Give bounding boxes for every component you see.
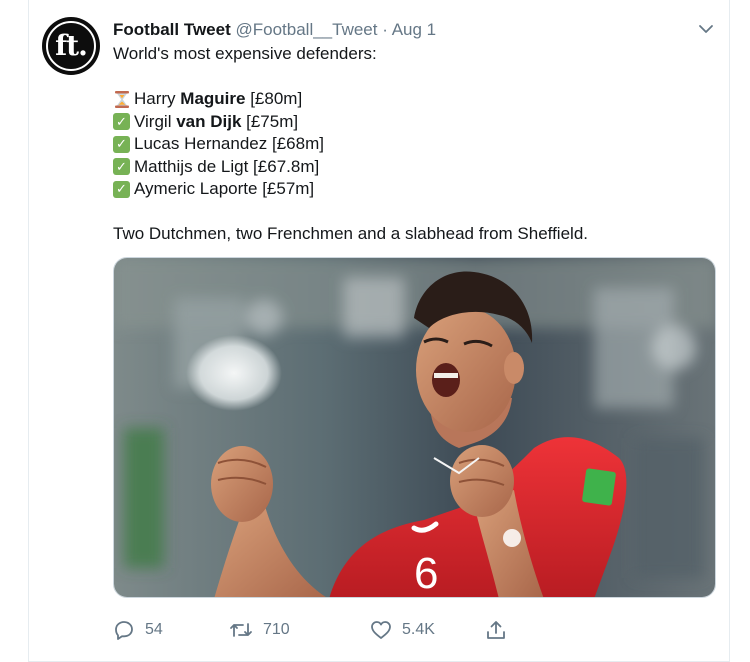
reply-count: 54 <box>145 621 163 638</box>
retweet-button[interactable]: 710 <box>229 618 290 642</box>
check-mark-icon: ✓ <box>113 158 130 176</box>
tweet-actions: 54 710 5.4K <box>113 618 713 642</box>
list-item: ✓ Matthijs de Ligt [£67.8m] <box>113 156 713 179</box>
retweet-count: 710 <box>263 621 290 638</box>
list-item-text: Lucas Hernandez [£68m] <box>134 134 324 153</box>
share-icon <box>487 621 505 639</box>
tweet-photo[interactable]: 6 <box>113 257 716 598</box>
heart-icon <box>371 621 391 639</box>
list-item: ✓ Virgil van Dijk [£75m] <box>113 111 713 134</box>
jersey-number: 6 <box>414 549 438 598</box>
tweet-header: Football Tweet @Football__Tweet · Aug 1 <box>113 19 436 41</box>
header-separator: · <box>382 20 388 39</box>
avatar-logo: ft. <box>55 28 88 62</box>
list-item: Harry Maguire [£80m] <box>113 88 713 111</box>
user-handle[interactable]: @Football__Tweet <box>235 20 377 39</box>
check-mark-icon: ✓ <box>113 113 130 131</box>
reply-button[interactable]: 54 <box>113 618 163 642</box>
list-item-text: Harry Maguire [£80m] <box>134 89 303 108</box>
retweet-icon <box>230 623 252 637</box>
display-name[interactable]: Football Tweet <box>113 20 231 39</box>
list-item-text: Matthijs de Ligt [£67.8m] <box>134 156 320 176</box>
list-item-text: Aymeric Laporte [£57m] <box>134 179 315 198</box>
reply-icon <box>115 621 133 640</box>
hourglass-icon <box>113 90 130 108</box>
check-mark-icon: ✓ <box>113 180 130 198</box>
chevron-down-icon[interactable] <box>697 20 715 38</box>
tweet-card[interactable]: ft. Football Tweet @Football__Tweet · Au… <box>28 0 730 662</box>
tweet-text: World's most expensive defenders: Harry … <box>113 43 713 246</box>
avatar[interactable]: ft. <box>42 17 100 75</box>
list-item: ✓ Lucas Hernandez [£68m] <box>113 133 713 156</box>
like-count: 5.4K <box>402 621 435 638</box>
tweet-date[interactable]: Aug 1 <box>392 20 436 39</box>
check-mark-icon: ✓ <box>113 135 130 153</box>
list-item: ✓ Aymeric Laporte [£57m] <box>113 178 713 201</box>
list-item-text: Virgil van Dijk [£75m] <box>134 111 299 131</box>
share-button[interactable] <box>485 618 517 642</box>
tweet-headline: World's most expensive defenders: <box>113 44 377 63</box>
like-button[interactable]: 5.4K <box>370 618 435 642</box>
tweet-closing-line: Two Dutchmen, two Frenchmen and a slabhe… <box>113 224 588 243</box>
